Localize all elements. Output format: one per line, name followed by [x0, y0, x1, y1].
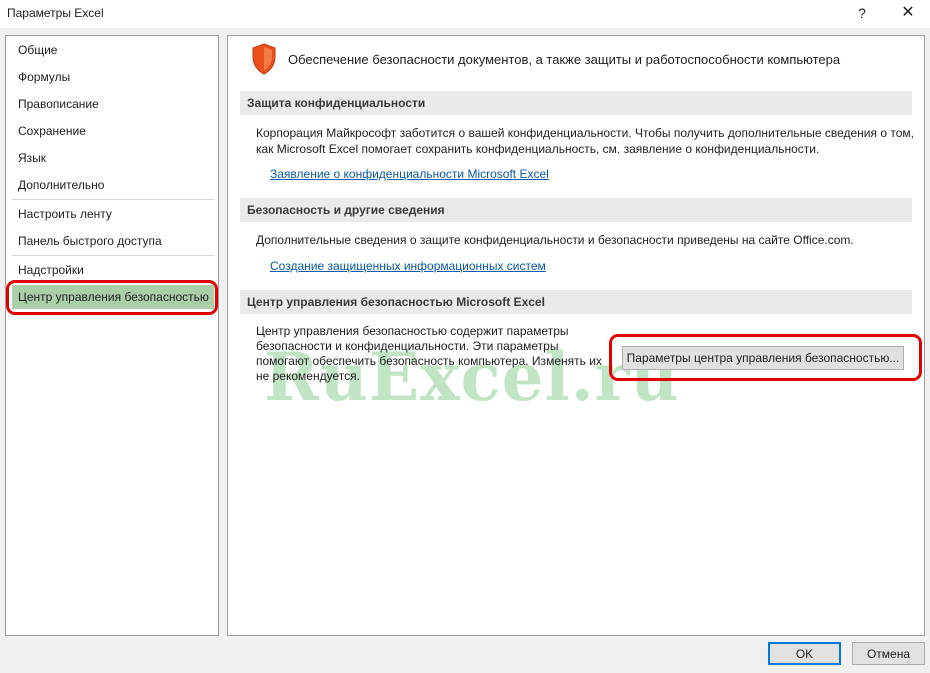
sidebar-divider: [12, 199, 214, 200]
privacy-section-title: Защита конфиденциальности: [240, 91, 912, 115]
sidebar-item-trust-center[interactable]: Центр управления безопасностью: [12, 285, 214, 309]
shield-icon: [252, 43, 276, 75]
sidebar-divider: [12, 255, 214, 256]
sidebar-item-save[interactable]: Сохранение: [12, 119, 214, 143]
ok-button[interactable]: OK: [768, 642, 841, 665]
privacy-statement-link[interactable]: Заявление о конфиденциальности Microsoft…: [270, 167, 549, 181]
security-section-title: Безопасность и другие сведения: [240, 198, 912, 222]
sidebar-item-formulas[interactable]: Формулы: [12, 65, 214, 89]
sidebar-item-add-ins[interactable]: Надстройки: [12, 258, 214, 282]
sidebar-item-language[interactable]: Язык: [12, 146, 214, 170]
sidebar-item-proofing[interactable]: Правописание: [12, 92, 214, 116]
sidebar-item-general[interactable]: Общие: [12, 38, 214, 62]
trust-center-text-line: не рекомендуется.: [256, 369, 360, 383]
trust-center-text-line: безопасности и конфиденциальности. Эти п…: [256, 339, 559, 353]
trust-center-settings-button[interactable]: Параметры центра управления безопасность…: [622, 346, 904, 370]
help-button[interactable]: ?: [852, 3, 872, 23]
sidebar-item-customize-ribbon[interactable]: Настроить ленту: [12, 202, 214, 226]
trust-center-text: Центр управления безопасностью содержит …: [256, 324, 616, 384]
main-panel: Обеспечение безопасности документов, а т…: [227, 35, 925, 636]
sidebar-item-quick-access-toolbar[interactable]: Панель быстрого доступа: [12, 229, 214, 253]
trust-center-section-title: Центр управления безопасностью Microsoft…: [240, 290, 912, 314]
page-title: Обеспечение безопасности документов, а т…: [288, 52, 841, 67]
sidebar-item-advanced[interactable]: Дополнительно: [12, 173, 214, 197]
privacy-text: Корпорация Майкрософт заботится о вашей …: [256, 125, 916, 157]
privacy-text-line: как Microsoft Excel помогает сохранить к…: [256, 142, 820, 156]
close-button[interactable]: ✕: [896, 3, 920, 23]
security-text: Дополнительные сведения о защите конфиде…: [256, 233, 854, 247]
trust-center-text-line: Центр управления безопасностью содержит …: [256, 324, 569, 338]
title-bar: Параметры Excel ? ✕: [0, 0, 930, 28]
trust-center-text-line: помогают обеспечить безопасность компьют…: [256, 354, 602, 368]
secure-systems-link[interactable]: Создание защищенных информационных систе…: [270, 259, 546, 273]
cancel-button[interactable]: Отмена: [852, 642, 925, 665]
window-title: Параметры Excel: [7, 6, 104, 20]
sidebar: Общие Формулы Правописание Сохранение Яз…: [5, 35, 219, 636]
privacy-text-line: Корпорация Майкрософт заботится о вашей …: [256, 126, 914, 140]
